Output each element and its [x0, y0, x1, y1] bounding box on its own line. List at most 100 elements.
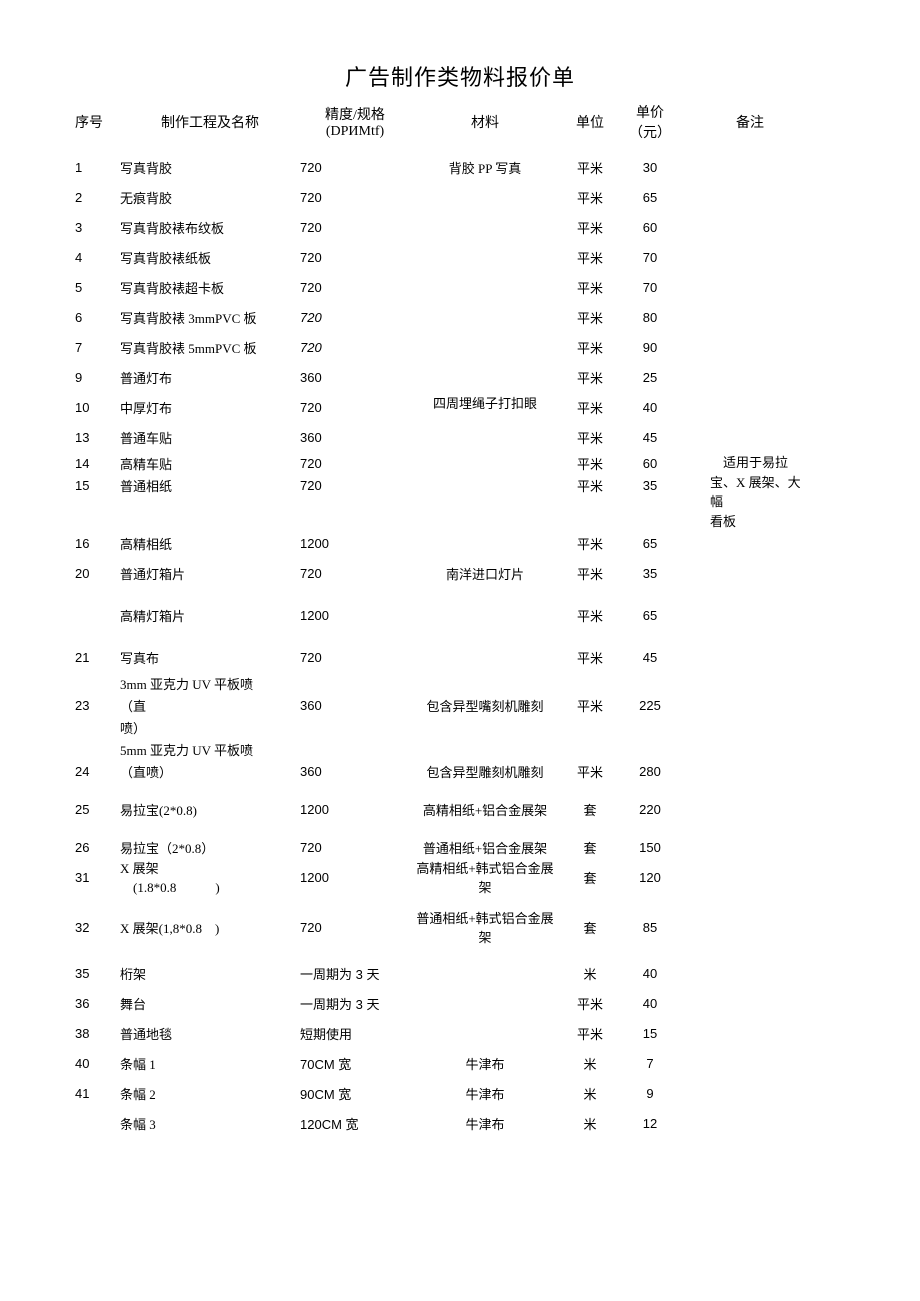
cell-unit: 平米 [560, 218, 620, 237]
cell-unit: 平米 [560, 606, 620, 625]
cell-spec: 120CM 宽 [300, 1114, 410, 1133]
cell-no: 40 [70, 1056, 120, 1071]
cell-unit: 平米 [560, 564, 620, 583]
cell-name: 普通灯箱片 [120, 564, 300, 583]
cell-spec: 720 [300, 340, 410, 355]
table-row: 35桁架一周期为 3 天米40 [70, 958, 850, 988]
cell-no: 3 [70, 220, 120, 235]
cell-spec: 720 [300, 220, 410, 235]
cell-no: 25 [70, 802, 120, 817]
cell-spec: 720 [300, 310, 410, 325]
cell-unit: 平米 [560, 338, 620, 357]
cell-price: 35 [620, 566, 680, 581]
cell-material: 包含异型嘴刻机雕刻 [410, 696, 560, 715]
header-remark: 备注 [680, 112, 800, 132]
page-title: 广告制作类物料报价单 [70, 60, 850, 92]
table-row: 41条幅 290CM 宽牛津布米9 [70, 1078, 850, 1108]
cell-spec: 短期使用 [300, 1024, 410, 1043]
table-row: 31X 展架 (1.8*0.8 )1200高精相纸+韩式铝合金展架套120 [70, 858, 850, 896]
cell-name: 喷） [120, 718, 300, 737]
cell-spec: 1200 [300, 608, 410, 623]
cell-material: 普通相纸+韩式铝合金展架 [410, 908, 560, 946]
cell-name: 写真背胶裱 3mmPVC 板 [120, 308, 300, 327]
table-header: 序号 制作工程及名称 精度/规格 (DPИMtf) 材料 单位 单价 （元） 备… [70, 102, 850, 142]
cell-spec: 360 [300, 764, 410, 779]
cell-no: 24 [70, 764, 120, 779]
cell-unit: 套 [560, 838, 620, 857]
cell-no: 2 [70, 190, 120, 205]
cell-price: 80 [620, 310, 680, 325]
cell-unit: 套 [560, 868, 620, 887]
cell-no: 13 [70, 430, 120, 445]
header-unit: 单位 [560, 112, 620, 132]
cell-unit: 平米 [560, 398, 620, 417]
table-row: 9普通灯布360平米25 [70, 362, 850, 392]
cell-material: 包含异型雕刻机雕刻 [410, 762, 560, 781]
table-row: 条幅 3120CM 宽牛津布米12 [70, 1108, 850, 1138]
cell-name: 普通相纸 [120, 476, 300, 495]
cell-unit: 平米 [560, 368, 620, 387]
cell-name: 条幅 2 [120, 1084, 300, 1103]
cell-spec: 720 [300, 840, 410, 855]
cell-price: 70 [620, 280, 680, 295]
cell-name: 普通灯布 [120, 368, 300, 387]
cell-name: 写真背胶 [120, 158, 300, 177]
cell-price: 225 [620, 698, 680, 713]
table-row: 20普通灯箱片720南洋进口灯片平米35 [70, 558, 850, 588]
table-row: 21写真布720平米45 [70, 642, 850, 672]
document-container: 广告制作类物料报价单 序号 制作工程及名称 精度/规格 (DPИMtf) 材料 … [70, 60, 850, 1138]
cell-no: 10 [70, 400, 120, 415]
cell-no: 35 [70, 966, 120, 981]
cell-spec: 720 [300, 400, 410, 415]
cell-unit: 米 [560, 1054, 620, 1073]
cell-price: 70 [620, 250, 680, 265]
cell-spec: 720 [300, 566, 410, 581]
remark-float: 适用于易拉 宝、X 展架、大 幅 看板 [710, 453, 801, 531]
cell-material: 普通相纸+铝合金展架 [410, 838, 560, 857]
cell-no: 20 [70, 566, 120, 581]
cell-name: 普通车贴 [120, 428, 300, 447]
cell-no: 7 [70, 340, 120, 355]
cell-price: 35 [620, 478, 680, 493]
table-row: 16高精相纸1200平米65 [70, 528, 850, 558]
table-row: 38普通地毯短期使用平米15 [70, 1018, 850, 1048]
cell-unit: 平米 [560, 534, 620, 553]
cell-spec: 720 [300, 250, 410, 265]
cell-unit: 米 [560, 1084, 620, 1103]
cell-price: 90 [620, 340, 680, 355]
cell-spec: 720 [300, 160, 410, 175]
cell-unit: 套 [560, 918, 620, 937]
table-row: 5写真背胶裱超卡板720平米70 [70, 272, 850, 302]
cell-spec: 360 [300, 370, 410, 385]
cell-price: 280 [620, 764, 680, 779]
header-price: 单价 （元） [620, 102, 680, 142]
cell-price: 30 [620, 160, 680, 175]
cell-no: 15 [70, 478, 120, 493]
cell-unit: 平米 [560, 994, 620, 1013]
table-row: 4写真背胶裱纸板720平米70 [70, 242, 850, 272]
cell-name: 高精灯箱片 [120, 606, 300, 625]
cell-unit: 米 [560, 964, 620, 983]
cell-unit: 米 [560, 1114, 620, 1133]
cell-material: 牛津布 [410, 1084, 560, 1103]
table-row: 7写真背胶裱 5mmPVC 板720 平米90 [70, 332, 850, 362]
cell-material: 高精相纸+铝合金展架 [410, 800, 560, 819]
cell-unit: 平米 [560, 454, 620, 473]
cell-name: 写真背胶裱 5mmPVC 板 [120, 338, 300, 357]
cell-material: 南洋进口灯片 [410, 564, 560, 583]
cell-unit: 平米 [560, 428, 620, 447]
cell-no: 1 [70, 160, 120, 175]
cell-material: 背胶 PP 写真 [410, 158, 560, 177]
cell-no: 26 [70, 840, 120, 855]
cell-name: 条幅 1 [120, 1054, 300, 1073]
table-row: 40条幅 170CM 宽牛津布米7 [70, 1048, 850, 1078]
cell-name: （直 [120, 696, 300, 715]
cell-name: 易拉宝(2*0.8) [120, 800, 300, 819]
cell-price: 40 [620, 966, 680, 981]
cell-unit: 平米 [560, 278, 620, 297]
table-row: 高精灯箱片1200平米65 [70, 600, 850, 630]
cell-price: 45 [620, 430, 680, 445]
table-body: 1写真背胶720背胶 PP 写真平米302无痕背胶720平米653写真背胶裱布纹… [70, 152, 850, 1138]
cell-spec: 720 [300, 456, 410, 471]
cell-no: 9 [70, 370, 120, 385]
